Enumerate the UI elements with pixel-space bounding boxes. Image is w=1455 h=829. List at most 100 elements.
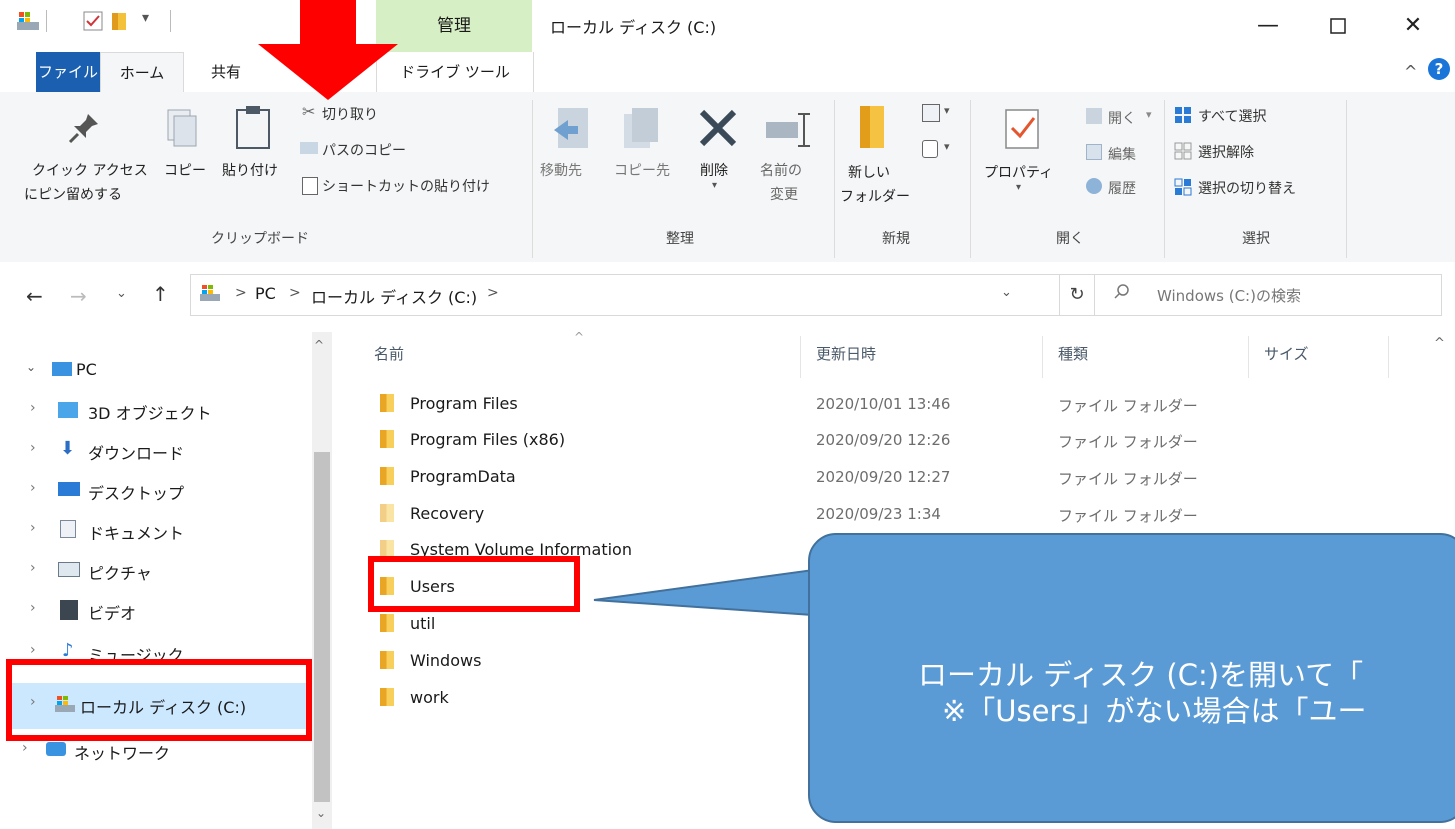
pin-to-quick-access-button[interactable]: クイック アクセス にピン留めする xyxy=(20,104,156,216)
maximize-icon[interactable] xyxy=(1320,8,1356,44)
nav-scroll-down-icon[interactable]: ⌄ xyxy=(316,806,326,820)
expand-arrow-icon[interactable]: › xyxy=(30,440,36,456)
properties-icon[interactable] xyxy=(82,10,104,32)
open-label: 開く xyxy=(1108,111,1136,127)
ribbon-separator xyxy=(1164,100,1165,258)
paste-icon xyxy=(234,104,272,154)
history-button[interactable]: 履歴 xyxy=(1086,176,1166,200)
paste-shortcut-icon xyxy=(302,177,318,195)
tab-home[interactable]: ホーム xyxy=(100,52,184,94)
column-header-date[interactable]: 更新日時 xyxy=(816,343,876,364)
search-icon xyxy=(1113,283,1131,305)
up-icon[interactable]: ↑ xyxy=(152,282,169,306)
refresh-icon[interactable]: ↻ xyxy=(1060,274,1095,316)
open-group-label: 開く xyxy=(1056,231,1084,247)
delete-button[interactable]: 削除 ▾ xyxy=(690,104,746,200)
expand-chevron-icon[interactable]: ⌄ xyxy=(26,360,36,374)
folder-icon xyxy=(858,104,886,154)
expand-arrow-icon[interactable]: › xyxy=(30,560,36,576)
select-all-button[interactable]: すべて選択 xyxy=(1174,104,1354,128)
nav-scroll-up-icon[interactable]: ^ xyxy=(314,338,324,352)
move-to-button[interactable]: 移動先 xyxy=(536,104,604,194)
pin-label-line1: クイック アクセス xyxy=(32,163,148,179)
expand-arrow-icon[interactable]: › xyxy=(30,520,36,536)
column-divider[interactable] xyxy=(1042,336,1043,378)
table-row[interactable]: ProgramData 2020/09/20 12:27 ファイル フォルダー xyxy=(376,465,1376,493)
drive-icon xyxy=(199,283,221,307)
expand-arrow-icon[interactable]: › xyxy=(30,480,36,496)
column-header-name[interactable]: 名前 xyxy=(374,343,404,364)
help-icon[interactable]: ? xyxy=(1428,58,1450,80)
folder-icon xyxy=(380,394,394,412)
copy-button[interactable]: コピー xyxy=(160,104,210,194)
nav-item-label: ドキュメント xyxy=(88,524,185,543)
collapse-ribbon-icon[interactable]: ^ xyxy=(1404,62,1417,81)
back-icon[interactable]: ← xyxy=(26,284,43,308)
invert-selection-label: 選択の切り替え xyxy=(1198,181,1296,197)
column-divider[interactable] xyxy=(1248,336,1249,378)
rename-button[interactable]: 名前の 変更 xyxy=(754,104,824,203)
nav-scrollbar-thumb[interactable] xyxy=(314,452,330,802)
nav-item-label: ピクチャ xyxy=(88,564,152,583)
copy-to-button[interactable]: コピー先 xyxy=(606,104,676,194)
copy-label: コピー xyxy=(164,163,206,179)
properties-button[interactable]: プロパティ ▾ xyxy=(978,104,1068,200)
list-scroll-up-icon[interactable]: ^ xyxy=(1434,336,1445,351)
expand-arrow-icon[interactable]: › xyxy=(30,600,36,616)
tab-drive-tools[interactable]: ドライブ ツール xyxy=(376,52,534,92)
nav-item-label: 3D オブジェクト xyxy=(88,404,212,423)
file-type: ファイル フォルダー xyxy=(1058,397,1198,415)
new-folder-label-line2: フォルダー xyxy=(840,189,910,205)
management-tab-header: 管理 xyxy=(376,0,532,52)
delete-label: 削除 xyxy=(700,163,728,179)
breadcrumb-pc[interactable]: PC xyxy=(255,284,276,303)
window-title: ローカル ディスク (C:) xyxy=(550,18,717,37)
properties-label: プロパティ xyxy=(984,165,1054,181)
folder-icon xyxy=(380,467,394,485)
file-date: 2020/09/20 12:26 xyxy=(816,431,951,449)
expand-arrow-icon[interactable]: › xyxy=(22,740,28,756)
breadcrumb-separator: > xyxy=(487,285,499,301)
expand-arrow-icon[interactable]: › xyxy=(30,642,36,658)
column-divider[interactable] xyxy=(1388,336,1389,378)
copy-path-button[interactable]: パスのコピー xyxy=(300,138,500,162)
nav-item-label: ダウンロード xyxy=(88,444,185,463)
table-row[interactable]: Program Files (x86) 2020/09/20 12:26 ファイ… xyxy=(376,428,1376,456)
easy-access-button[interactable]: ▾ xyxy=(918,140,964,164)
expand-arrow-icon[interactable]: › xyxy=(30,400,36,416)
local-disk-highlight-box xyxy=(6,659,312,741)
new-item-button[interactable]: ▾ xyxy=(918,104,964,128)
address-history-icon[interactable]: ⌄ xyxy=(1001,285,1012,300)
file-date: 2020/09/20 12:27 xyxy=(816,468,951,486)
tab-share[interactable]: 共有 xyxy=(194,52,258,92)
search-input[interactable]: Windows (C:)の検索 xyxy=(1094,274,1442,316)
recent-locations-icon[interactable]: ⌄ xyxy=(116,286,127,301)
file-type: ファイル フォルダー xyxy=(1058,507,1198,525)
new-folder-icon[interactable] xyxy=(110,10,132,32)
invert-selection-button[interactable]: 選択の切り替え xyxy=(1174,176,1354,200)
column-header-size[interactable]: サイズ xyxy=(1264,343,1309,364)
paste-shortcut-label: ショートカットの貼り付け xyxy=(322,179,490,195)
tab-file[interactable]: ファイル xyxy=(36,52,100,92)
edit-button[interactable]: 編集 xyxy=(1086,142,1166,166)
paste-shortcut-button[interactable]: ショートカットの貼り付け xyxy=(300,174,540,198)
clipboard-group-label: クリップボード xyxy=(211,231,309,247)
rename-icon xyxy=(764,112,814,152)
address-bar[interactable]: > PC > ローカル ディスク (C:) > ⌄ xyxy=(190,274,1060,316)
delete-dropdown-icon[interactable]: ▾ xyxy=(712,180,717,191)
select-none-button[interactable]: 選択解除 xyxy=(1174,140,1354,164)
column-header-type[interactable]: 種類 xyxy=(1058,343,1088,364)
new-folder-button[interactable]: 新しい フォルダー xyxy=(840,100,914,210)
qat-dropdown-icon[interactable]: ▾ xyxy=(142,10,149,26)
table-row[interactable]: Program Files 2020/10/01 13:46 ファイル フォルダ… xyxy=(376,392,1376,420)
close-icon[interactable]: ✕ xyxy=(1395,8,1431,44)
breadcrumb-drive[interactable]: ローカル ディスク (C:) xyxy=(311,284,477,308)
table-row[interactable]: Recovery 2020/09/23 1:34 ファイル フォルダー xyxy=(376,502,1376,530)
minimize-icon[interactable]: — xyxy=(1250,8,1286,44)
desktop-icon xyxy=(58,482,80,496)
column-divider[interactable] xyxy=(800,336,801,378)
open-button[interactable]: 開く ▾ xyxy=(1086,106,1166,130)
forward-icon[interactable]: → xyxy=(70,284,87,308)
paste-button[interactable]: 貼り付け xyxy=(218,104,292,194)
folder-icon xyxy=(380,504,394,522)
